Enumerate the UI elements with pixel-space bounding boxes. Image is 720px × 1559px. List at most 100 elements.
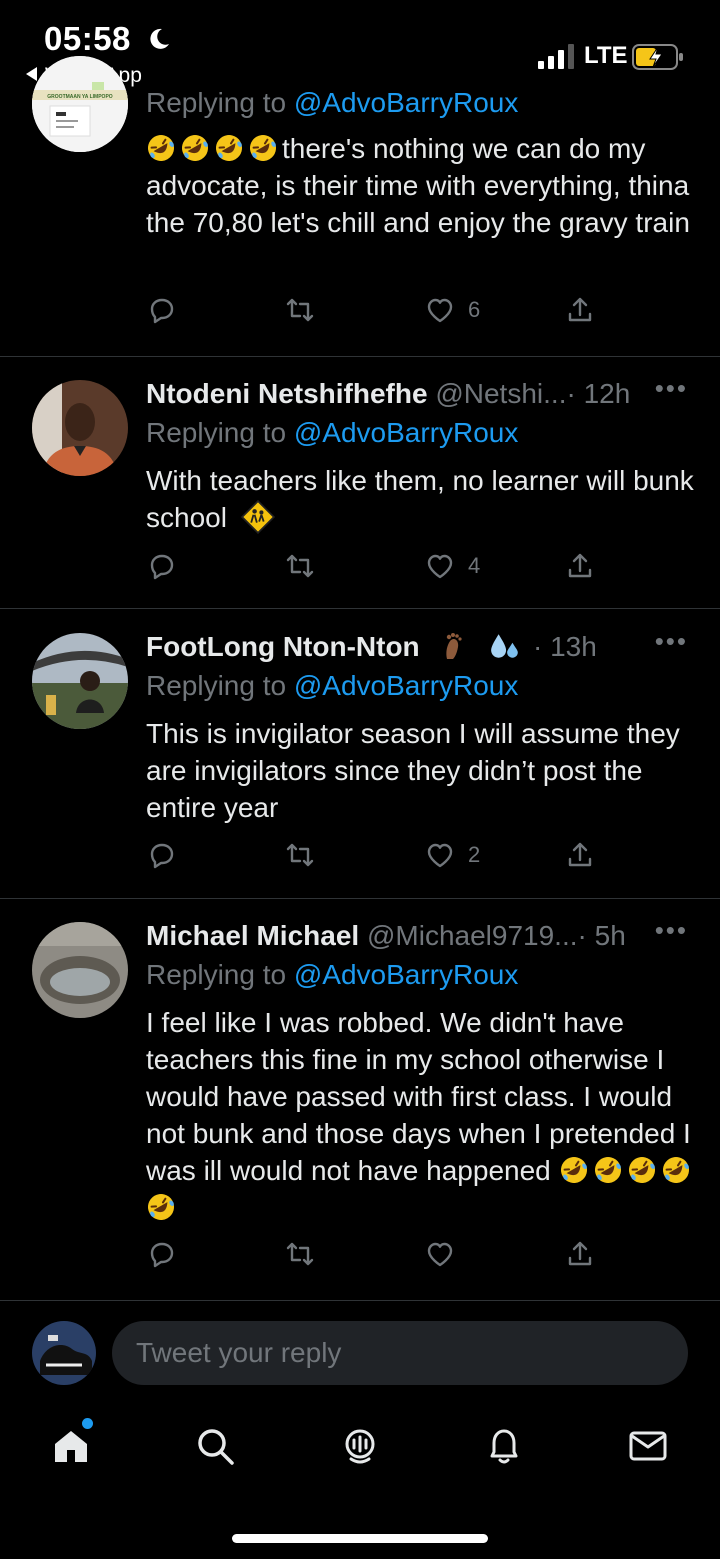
tweet[interactable]: Michael Michael @Michael9719...· 5h ••• … <box>0 898 720 1301</box>
avatar[interactable] <box>32 633 128 729</box>
like-count: 2 <box>468 842 481 867</box>
retweet-button[interactable] <box>284 550 316 582</box>
like-count: 6 <box>468 297 481 322</box>
tweet-header: Ntodeni Netshifhefhe @Netshi...· 12h ••• <box>146 373 700 412</box>
tweet-body: With teachers like them, no learner will… <box>146 465 694 533</box>
heart-icon <box>427 554 453 579</box>
display-name[interactable]: Ntodeni Netshifhefhe <box>146 378 428 409</box>
mention-link[interactable]: @AdvoBarryRoux <box>294 959 519 990</box>
rofl-emoji <box>250 135 276 161</box>
home-icon <box>55 1431 87 1462</box>
tab-home[interactable] <box>49 1424 93 1468</box>
replying-to: Replying to @AdvoBarryRoux <box>146 414 700 451</box>
school-crossing-emoji <box>240 500 275 534</box>
display-name[interactable]: FootLong Nton-Nton <box>146 631 420 662</box>
rofl-emoji <box>560 1157 587 1183</box>
rofl-emoji <box>148 1194 174 1220</box>
replying-to: Replying to @AdvoBarryRoux <box>146 84 700 121</box>
tweet[interactable]: GROOTMAAN YA LIMPOPO Replying to @AdvoBa… <box>0 0 720 357</box>
like-button[interactable]: 6 <box>424 294 480 326</box>
heart-icon <box>427 298 453 323</box>
share-icon <box>568 842 592 867</box>
reply-icon <box>150 554 174 580</box>
sweat-droplets-emoji <box>491 634 519 658</box>
replying-to: Replying to @AdvoBarryRoux <box>146 667 700 704</box>
rofl-emoji <box>594 1157 621 1183</box>
avatar-caption: GROOTMAAN YA LIMPOPO <box>47 94 112 100</box>
tweet-text: I feel like I was robbed. We didn't have… <box>146 1004 700 1226</box>
mention-link[interactable]: @AdvoBarryRoux <box>294 87 519 118</box>
rofl-emoji <box>148 135 174 161</box>
avatar-image <box>32 922 128 1018</box>
reply-input[interactable] <box>112 1321 688 1385</box>
mention-link[interactable]: @AdvoBarryRoux <box>294 417 519 448</box>
tweet-actions: 2 <box>146 839 606 879</box>
replying-prefix: Replying to <box>146 417 294 448</box>
tab-messages[interactable] <box>626 1424 670 1468</box>
avatar-image <box>32 633 128 729</box>
avatar[interactable]: GROOTMAAN YA LIMPOPO <box>32 56 128 152</box>
retweet-button[interactable] <box>284 294 316 326</box>
share-icon <box>568 297 592 322</box>
reply-icon <box>150 843 174 869</box>
replying-to: Replying to @AdvoBarryRoux <box>146 956 700 993</box>
tweet[interactable]: Ntodeni Netshifhefhe @Netshi...· 12h •••… <box>0 356 720 609</box>
tab-search[interactable] <box>193 1424 237 1468</box>
rofl-emoji <box>182 135 208 161</box>
reply-composer <box>0 1300 720 1401</box>
heart-icon <box>427 1242 453 1267</box>
timestamp: · 13h <box>533 631 597 662</box>
rofl-emoji <box>216 135 242 161</box>
avatar-image: GROOTMAAN YA LIMPOPO <box>32 56 128 152</box>
tab-spaces[interactable] <box>338 1424 382 1468</box>
retweet-button[interactable] <box>284 839 316 871</box>
reply-button[interactable] <box>146 839 178 871</box>
tweet-text: there's nothing we can do my advocate, i… <box>146 130 700 241</box>
rofl-emoji <box>662 1157 689 1183</box>
like-button[interactable]: 2 <box>424 839 480 871</box>
tweet-header: Michael Michael @Michael9719...· 5h ••• <box>146 915 700 954</box>
more-options-button[interactable]: ••• <box>655 370 688 406</box>
share-icon <box>568 1241 592 1266</box>
retweet-icon <box>286 298 314 322</box>
handle[interactable]: @Michael9719... <box>367 920 578 951</box>
tweet[interactable]: FootLong Nton-Nton · 13h ••• Replying to… <box>0 609 720 899</box>
tweet-text: This is invigilator season I will assume… <box>146 715 700 826</box>
timestamp: · 5h <box>577 920 626 951</box>
share-button[interactable] <box>564 294 596 326</box>
reply-button[interactable] <box>146 550 178 582</box>
avatar-image <box>32 380 128 476</box>
replying-prefix: Replying to <box>146 87 294 118</box>
foot-emoji <box>446 633 463 659</box>
spaces-icon <box>345 1429 375 1464</box>
tab-notifications[interactable] <box>482 1424 526 1468</box>
notification-dot <box>82 1418 93 1429</box>
share-button[interactable] <box>564 1238 596 1270</box>
tweet-text: With teachers like them, no learner will… <box>146 462 700 536</box>
my-avatar[interactable] <box>32 1321 96 1385</box>
more-options-button[interactable]: ••• <box>655 912 688 948</box>
avatar[interactable] <box>32 380 128 476</box>
notifications-icon <box>490 1429 518 1464</box>
handle[interactable]: @Netshi... <box>435 378 566 409</box>
tweet-actions: 4 <box>146 550 606 590</box>
share-button[interactable] <box>564 550 596 582</box>
avatar-image <box>32 1321 96 1385</box>
share-button[interactable] <box>564 839 596 871</box>
tweet-actions <box>146 1238 606 1278</box>
tweet-header: FootLong Nton-Nton · 13h ••• <box>146 626 700 665</box>
mention-link[interactable]: @AdvoBarryRoux <box>294 670 519 701</box>
retweet-button[interactable] <box>284 1238 316 1270</box>
share-icon <box>568 553 592 578</box>
avatar[interactable] <box>32 922 128 1018</box>
reply-icon <box>150 1242 174 1268</box>
more-options-button[interactable]: ••• <box>655 623 688 659</box>
like-button[interactable]: 4 <box>424 550 480 582</box>
reply-button[interactable] <box>146 1238 178 1270</box>
display-name[interactable]: Michael Michael <box>146 920 359 951</box>
retweet-icon <box>286 1242 314 1266</box>
tweet-actions: 6 <box>146 294 606 334</box>
timestamp: · 12h <box>566 378 631 409</box>
like-button[interactable] <box>424 1238 468 1270</box>
reply-button[interactable] <box>146 294 178 326</box>
